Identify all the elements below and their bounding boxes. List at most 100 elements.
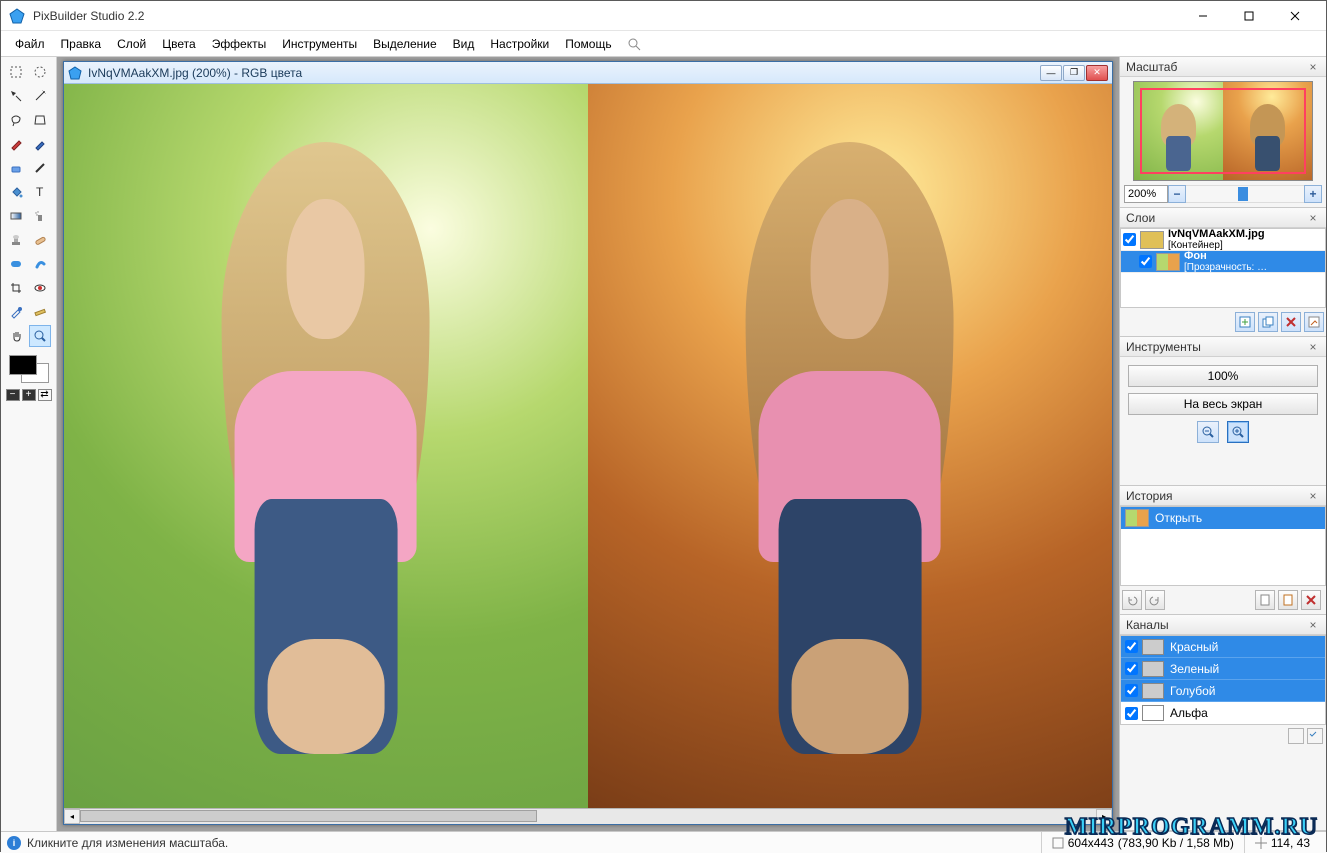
zoom-input[interactable] [1124, 185, 1168, 203]
eyedropper-tool[interactable] [5, 301, 27, 323]
doc-maximize-button[interactable]: ❐ [1063, 65, 1085, 81]
layer-properties-button[interactable] [1304, 312, 1324, 332]
stamp-tool[interactable] [5, 229, 27, 251]
navigator-thumbnail[interactable] [1133, 81, 1313, 181]
line-tool[interactable] [29, 157, 51, 179]
free-transform-tool[interactable] [29, 109, 51, 131]
history-thumbnail [1125, 509, 1149, 527]
channel-label: Зеленый [1170, 662, 1219, 676]
channel-checkbox[interactable] [1125, 662, 1138, 675]
duplicate-layer-button[interactable] [1258, 312, 1278, 332]
document-canvas[interactable] [64, 84, 1112, 808]
layer-row[interactable]: Фон[Прозрачность: … [1121, 251, 1325, 273]
hand-tool[interactable] [5, 325, 27, 347]
channel-button-1[interactable] [1288, 728, 1304, 744]
scroll-left-button[interactable]: ◂ [64, 809, 80, 824]
channels-close-icon[interactable]: × [1306, 618, 1320, 632]
history-snapshot-button[interactable] [1278, 590, 1298, 610]
doc-close-button[interactable]: ✕ [1086, 65, 1108, 81]
history-item[interactable]: Открыть [1121, 507, 1325, 529]
history-delete-button[interactable] [1301, 590, 1321, 610]
tools-title: Инструменты [1126, 340, 1201, 354]
channel-checkbox[interactable] [1125, 707, 1138, 720]
menu-layer[interactable]: Слой [109, 34, 154, 54]
menu-settings[interactable]: Настройки [482, 34, 557, 54]
menu-colors[interactable]: Цвета [154, 34, 203, 54]
document-caption: IvNqVMAakXM.jpg (200%) - RGB цвета [88, 66, 1039, 80]
doc-minimize-button[interactable]: — [1040, 65, 1062, 81]
scroll-right-button[interactable]: ▸ [1096, 809, 1112, 824]
smudge-tool[interactable] [29, 253, 51, 275]
zoom-in-button[interactable]: + [1304, 185, 1322, 203]
menu-effects[interactable]: Эффекты [204, 34, 275, 54]
undo-button[interactable] [1122, 590, 1142, 610]
spray-tool[interactable] [29, 205, 51, 227]
tool-palette: T − + [1, 57, 57, 831]
lasso-tool[interactable] [5, 109, 27, 131]
menu-tools[interactable]: Инструменты [274, 34, 365, 54]
zoom-slider[interactable] [1186, 185, 1304, 203]
statusbar: i Кликните для изменения масштаба. 604x4… [1, 831, 1326, 853]
magic-wand-tool[interactable] [29, 85, 51, 107]
navigator-close-icon[interactable]: × [1306, 60, 1320, 74]
fill-tool[interactable] [5, 181, 27, 203]
rect-select-tool[interactable] [5, 61, 27, 83]
layer-visibility-checkbox[interactable] [1139, 255, 1152, 268]
heal-tool[interactable] [29, 229, 51, 251]
canvas-left-half [64, 84, 588, 808]
delete-layer-button[interactable] [1281, 312, 1301, 332]
zoom-tool[interactable] [29, 325, 51, 347]
eraser-tool[interactable] [5, 157, 27, 179]
layer-row[interactable]: IvNqVMAakXM.jpg[Контейнер] [1121, 229, 1325, 251]
swatch-plus[interactable]: + [22, 389, 36, 401]
pencil-tool[interactable] [5, 133, 27, 155]
channel-checkbox[interactable] [1125, 684, 1138, 697]
menu-select[interactable]: Выделение [365, 34, 445, 54]
channel-button-2[interactable] [1307, 728, 1323, 744]
zoom-out-tool-button[interactable] [1197, 421, 1219, 443]
tools-close-icon[interactable]: × [1306, 340, 1320, 354]
move-tool[interactable] [5, 85, 27, 107]
redeye-tool[interactable] [29, 277, 51, 299]
history-close-icon[interactable]: × [1306, 489, 1320, 503]
color-swatch[interactable] [7, 353, 51, 385]
minimize-button[interactable] [1180, 1, 1226, 31]
layer-visibility-checkbox[interactable] [1123, 233, 1136, 246]
menu-edit[interactable]: Правка [53, 34, 110, 54]
shape-tool[interactable] [5, 253, 27, 275]
swatch-swap[interactable]: ⇄ [38, 389, 52, 401]
fg-color[interactable] [9, 355, 37, 375]
layers-close-icon[interactable]: × [1306, 211, 1320, 225]
menu-file[interactable]: Файл [7, 34, 53, 54]
zoom-100-button[interactable]: 100% [1128, 365, 1318, 387]
scroll-thumb[interactable] [80, 810, 537, 822]
crop-tool[interactable] [5, 277, 27, 299]
history-panel: История × Открыть [1120, 486, 1326, 615]
history-new-button[interactable] [1255, 590, 1275, 610]
gradient-tool[interactable] [5, 205, 27, 227]
ellipse-select-tool[interactable] [29, 61, 51, 83]
layer-name: Фон [1184, 250, 1323, 262]
channel-row-green[interactable]: Зеленый [1121, 658, 1325, 680]
channel-row-red[interactable]: Красный [1121, 636, 1325, 658]
menu-help[interactable]: Помощь [557, 34, 619, 54]
close-button[interactable] [1272, 1, 1318, 31]
fit-screen-button[interactable]: На весь экран [1128, 393, 1318, 415]
zoom-out-button[interactable]: − [1168, 185, 1186, 203]
brush-tool[interactable] [29, 133, 51, 155]
zoom-in-tool-button[interactable] [1227, 421, 1249, 443]
document-h-scrollbar[interactable]: ◂ ▸ [64, 808, 1112, 824]
channel-row-blue[interactable]: Голубой [1121, 680, 1325, 702]
measure-tool[interactable] [29, 301, 51, 323]
maximize-button[interactable] [1226, 1, 1272, 31]
navigator-viewport-rect[interactable] [1140, 88, 1306, 174]
document-titlebar[interactable]: IvNqVMAakXM.jpg (200%) - RGB цвета — ❐ ✕ [64, 62, 1112, 84]
text-tool[interactable]: T [29, 181, 51, 203]
swatch-minus[interactable]: − [6, 389, 20, 401]
channel-checkbox[interactable] [1125, 640, 1138, 653]
search-icon[interactable] [626, 36, 642, 52]
channel-row-alpha[interactable]: Альфа [1121, 702, 1325, 724]
redo-button[interactable] [1145, 590, 1165, 610]
menu-view[interactable]: Вид [445, 34, 483, 54]
new-layer-button[interactable] [1235, 312, 1255, 332]
